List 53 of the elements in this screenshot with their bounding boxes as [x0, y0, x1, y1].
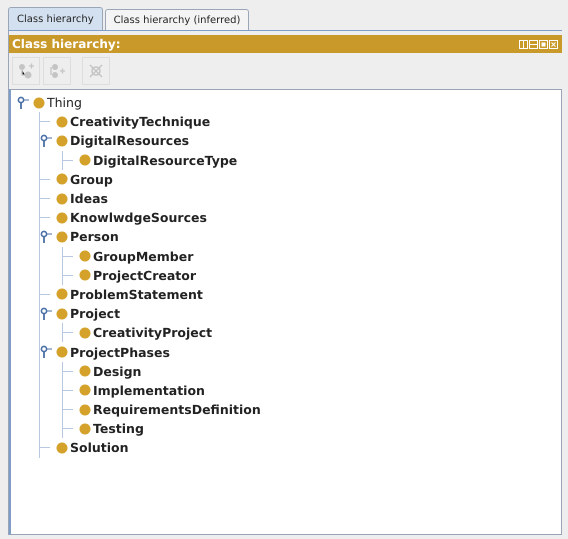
tree-item[interactable]: ProjectCreator: [93, 268, 196, 283]
class-icon: [79, 154, 91, 166]
class-icon: [56, 288, 68, 300]
class-icon: [56, 212, 68, 224]
class-icon: [79, 404, 91, 416]
class-icon: [56, 346, 68, 358]
class-icon: [79, 365, 91, 378]
split-icon[interactable]: [519, 40, 528, 48]
class-icon: [79, 250, 91, 262]
class-icon: [56, 173, 68, 186]
class-icon: [33, 96, 45, 109]
tree-item[interactable]: Solution: [70, 440, 129, 456]
tree-item[interactable]: Thing: [47, 95, 82, 110]
tree-item[interactable]: ProblemStatement: [70, 286, 203, 302]
expanded-handle-icon[interactable]: [40, 230, 52, 244]
class-icon: [79, 326, 91, 339]
expanded-handle-icon[interactable]: [40, 134, 52, 148]
tree-item[interactable]: CreativityTechnique: [70, 114, 210, 130]
maximize-icon[interactable]: [539, 40, 548, 48]
tab[interactable]: Class hierarchy (inferred): [104, 9, 250, 30]
tree-item[interactable]: Group: [70, 172, 113, 187]
class-icon: [56, 134, 68, 147]
class-icon: [79, 384, 91, 396]
tree-item[interactable]: Design: [93, 364, 142, 379]
class-icon: [56, 192, 68, 205]
delete-icon: [87, 62, 105, 80]
tree-item[interactable]: GroupMember: [93, 248, 194, 264]
panel-title: Class hierarchy:: [12, 37, 120, 51]
tree-item[interactable]: CreativityProject: [93, 325, 212, 340]
class-icon: [79, 269, 91, 282]
tree-item[interactable]: DigitalResourceType: [93, 152, 238, 168]
tree-item[interactable]: Person: [70, 229, 119, 244]
expanded-handle-icon[interactable]: [17, 96, 29, 110]
tree-item[interactable]: Ideas: [70, 191, 108, 206]
tree-item[interactable]: DigitalResources: [70, 133, 190, 148]
class-icon: [79, 422, 91, 435]
class-icon: [56, 116, 68, 128]
expanded-handle-icon[interactable]: [40, 345, 52, 360]
add-sibling-icon: [48, 62, 66, 80]
add-subclass-icon: [17, 62, 35, 80]
expanded-handle-icon[interactable]: [40, 306, 52, 321]
class-icon: [56, 230, 68, 243]
close-icon[interactable]: [549, 40, 558, 48]
class-icon: [56, 308, 68, 320]
tree-item[interactable]: RequirementsDefinition: [93, 402, 261, 418]
split-icon[interactable]: [529, 40, 538, 48]
tree-item[interactable]: Testing: [93, 421, 144, 436]
tree-item[interactable]: Project: [70, 306, 120, 322]
tree-item[interactable]: KnowlwdgeSources: [70, 210, 207, 226]
tree-item[interactable]: Implementation: [93, 382, 205, 398]
tab[interactable]: Class hierarchy: [8, 7, 103, 30]
tree-item[interactable]: ProjectPhases: [70, 344, 170, 360]
class-icon: [56, 442, 68, 454]
